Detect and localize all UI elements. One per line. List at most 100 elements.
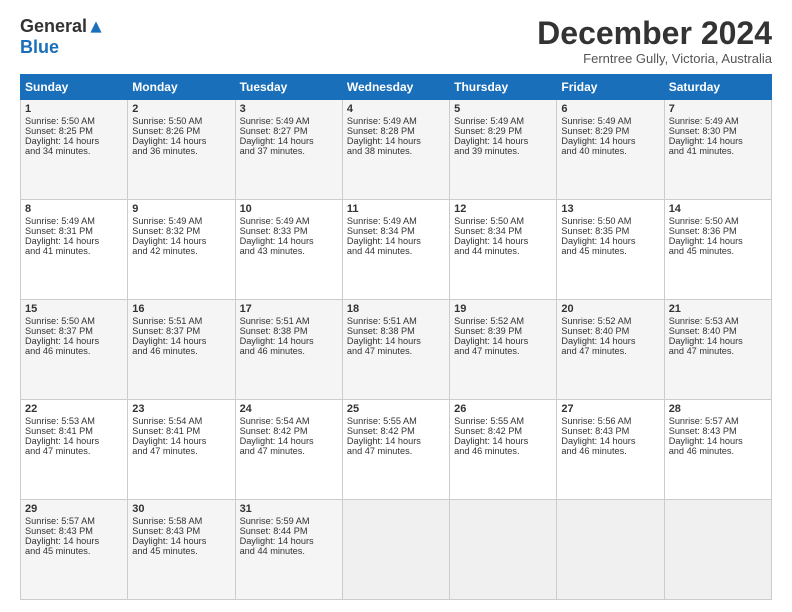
day-number: 23 — [132, 403, 230, 415]
daylight-minutes: and 47 minutes. — [132, 446, 197, 456]
list-item: 6Sunrise: 5:49 AMSunset: 8:29 PMDaylight… — [557, 100, 664, 200]
list-item: 27Sunrise: 5:56 AMSunset: 8:43 PMDayligh… — [557, 400, 664, 500]
list-item: 12Sunrise: 5:50 AMSunset: 8:34 PMDayligh… — [450, 200, 557, 300]
sunrise: Sunrise: 5:49 AM — [240, 216, 310, 226]
sunrise: Sunrise: 5:57 AM — [669, 416, 739, 426]
logo-icon — [89, 20, 103, 34]
daylight-minutes: and 45 minutes. — [25, 546, 90, 556]
sunrise: Sunrise: 5:54 AM — [240, 416, 310, 426]
day-number: 17 — [240, 303, 338, 315]
sunrise: Sunrise: 5:49 AM — [347, 116, 417, 126]
list-item: 24Sunrise: 5:54 AMSunset: 8:42 PMDayligh… — [235, 400, 342, 500]
sunrise: Sunrise: 5:50 AM — [25, 316, 95, 326]
col-sunday: Sunday — [21, 75, 128, 100]
day-number: 14 — [669, 203, 767, 215]
day-number: 7 — [669, 103, 767, 115]
daylight-minutes: and 46 minutes. — [132, 346, 197, 356]
sunrise: Sunrise: 5:55 AM — [347, 416, 417, 426]
list-item: 11Sunrise: 5:49 AMSunset: 8:34 PMDayligh… — [342, 200, 449, 300]
sunset: Sunset: 8:29 PM — [454, 126, 522, 136]
daylight: Daylight: 14 hours — [454, 136, 528, 146]
daylight-minutes: and 46 minutes. — [240, 346, 305, 356]
list-item — [664, 500, 771, 600]
list-item: 17Sunrise: 5:51 AMSunset: 8:38 PMDayligh… — [235, 300, 342, 400]
sunrise: Sunrise: 5:49 AM — [25, 216, 95, 226]
daylight: Daylight: 14 hours — [347, 236, 421, 246]
sunrise: Sunrise: 5:51 AM — [347, 316, 417, 326]
list-item: 28Sunrise: 5:57 AMSunset: 8:43 PMDayligh… — [664, 400, 771, 500]
sunset: Sunset: 8:39 PM — [454, 326, 522, 336]
list-item: 2Sunrise: 5:50 AMSunset: 8:26 PMDaylight… — [128, 100, 235, 200]
sunset: Sunset: 8:42 PM — [454, 426, 522, 436]
sunrise: Sunrise: 5:58 AM — [132, 516, 202, 526]
sunset: Sunset: 8:37 PM — [132, 326, 200, 336]
daylight-minutes: and 37 minutes. — [240, 146, 305, 156]
sunrise: Sunrise: 5:51 AM — [240, 316, 310, 326]
daylight: Daylight: 14 hours — [25, 536, 99, 546]
sunset: Sunset: 8:41 PM — [25, 426, 93, 436]
day-number: 25 — [347, 403, 445, 415]
sunrise: Sunrise: 5:49 AM — [561, 116, 631, 126]
sunrise: Sunrise: 5:52 AM — [561, 316, 631, 326]
daylight-minutes: and 47 minutes. — [240, 446, 305, 456]
header: General Blue December 2024 Ferntree Gull… — [20, 16, 772, 66]
list-item: 30Sunrise: 5:58 AMSunset: 8:43 PMDayligh… — [128, 500, 235, 600]
sunset: Sunset: 8:44 PM — [240, 526, 308, 536]
list-item: 26Sunrise: 5:55 AMSunset: 8:42 PMDayligh… — [450, 400, 557, 500]
sunset: Sunset: 8:38 PM — [347, 326, 415, 336]
day-number: 26 — [454, 403, 552, 415]
day-number: 11 — [347, 203, 445, 215]
col-wednesday: Wednesday — [342, 75, 449, 100]
daylight-minutes: and 41 minutes. — [25, 246, 90, 256]
sunset: Sunset: 8:36 PM — [669, 226, 737, 236]
location: Ferntree Gully, Victoria, Australia — [537, 51, 772, 66]
daylight: Daylight: 14 hours — [132, 136, 206, 146]
col-tuesday: Tuesday — [235, 75, 342, 100]
list-item: 31Sunrise: 5:59 AMSunset: 8:44 PMDayligh… — [235, 500, 342, 600]
sunset: Sunset: 8:27 PM — [240, 126, 308, 136]
logo-general: General — [20, 16, 87, 37]
list-item — [450, 500, 557, 600]
daylight-minutes: and 46 minutes. — [454, 446, 519, 456]
day-number: 6 — [561, 103, 659, 115]
list-item: 5Sunrise: 5:49 AMSunset: 8:29 PMDaylight… — [450, 100, 557, 200]
sunset: Sunset: 8:34 PM — [347, 226, 415, 236]
day-number: 24 — [240, 403, 338, 415]
sunrise: Sunrise: 5:50 AM — [25, 116, 95, 126]
daylight: Daylight: 14 hours — [25, 436, 99, 446]
daylight-minutes: and 47 minutes. — [454, 346, 519, 356]
day-number: 5 — [454, 103, 552, 115]
daylight: Daylight: 14 hours — [132, 436, 206, 446]
sunset: Sunset: 8:35 PM — [561, 226, 629, 236]
day-number: 12 — [454, 203, 552, 215]
list-item: 15Sunrise: 5:50 AMSunset: 8:37 PMDayligh… — [21, 300, 128, 400]
daylight: Daylight: 14 hours — [561, 336, 635, 346]
daylight: Daylight: 14 hours — [132, 236, 206, 246]
daylight-minutes: and 42 minutes. — [132, 246, 197, 256]
sunset: Sunset: 8:38 PM — [240, 326, 308, 336]
daylight: Daylight: 14 hours — [561, 236, 635, 246]
list-item: 16Sunrise: 5:51 AMSunset: 8:37 PMDayligh… — [128, 300, 235, 400]
day-number: 19 — [454, 303, 552, 315]
list-item: 19Sunrise: 5:52 AMSunset: 8:39 PMDayligh… — [450, 300, 557, 400]
list-item: 1Sunrise: 5:50 AMSunset: 8:25 PMDaylight… — [21, 100, 128, 200]
daylight: Daylight: 14 hours — [347, 136, 421, 146]
day-number: 8 — [25, 203, 123, 215]
sunset: Sunset: 8:43 PM — [561, 426, 629, 436]
day-number: 13 — [561, 203, 659, 215]
daylight-minutes: and 47 minutes. — [347, 446, 412, 456]
sunrise: Sunrise: 5:53 AM — [669, 316, 739, 326]
sunrise: Sunrise: 5:50 AM — [454, 216, 524, 226]
day-number: 2 — [132, 103, 230, 115]
day-number: 9 — [132, 203, 230, 215]
list-item: 29Sunrise: 5:57 AMSunset: 8:43 PMDayligh… — [21, 500, 128, 600]
day-number: 21 — [669, 303, 767, 315]
table-row: 8Sunrise: 5:49 AMSunset: 8:31 PMDaylight… — [21, 200, 772, 300]
sunset: Sunset: 8:30 PM — [669, 126, 737, 136]
sunrise: Sunrise: 5:53 AM — [25, 416, 95, 426]
list-item: 9Sunrise: 5:49 AMSunset: 8:32 PMDaylight… — [128, 200, 235, 300]
day-number: 18 — [347, 303, 445, 315]
list-item: 4Sunrise: 5:49 AMSunset: 8:28 PMDaylight… — [342, 100, 449, 200]
col-friday: Friday — [557, 75, 664, 100]
list-item — [342, 500, 449, 600]
